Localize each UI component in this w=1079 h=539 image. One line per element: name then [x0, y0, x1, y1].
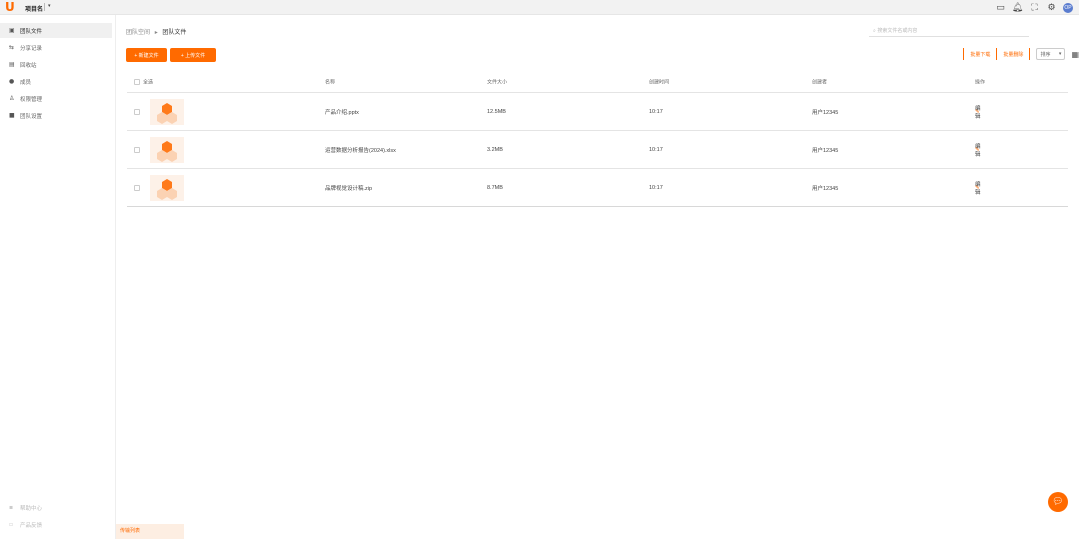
header-actions: 操作: [975, 79, 986, 86]
file-created: 10:17: [649, 184, 663, 191]
trash-icon: ▤: [9, 61, 15, 68]
new-file-button[interactable]: + 新建文件: [126, 48, 167, 62]
share-icon: ⇆: [9, 44, 15, 51]
divider: [1029, 48, 1031, 60]
screen-icon[interactable]: ▭: [995, 2, 1006, 13]
file-creator: 用户12345: [812, 109, 839, 116]
file-creator: 用户12345: [812, 147, 839, 154]
header-name: 名称: [325, 79, 336, 86]
breadcrumb: 团队空间 ▸ 团队文件: [126, 27, 186, 36]
row-checkbox[interactable]: [134, 146, 140, 153]
table-row[interactable]: 品牌视觉设计稿.zip 8.7MB 10:17 用户12345 ✎ 编辑: [127, 169, 1068, 207]
header-select-all: 全选: [143, 79, 154, 86]
app-logo[interactable]: U: [5, 1, 16, 13]
breadcrumb-current: 团队文件: [162, 30, 187, 36]
folder-icon: ▣: [9, 27, 15, 34]
feedback-icon: ▫: [9, 521, 14, 528]
main-content: 团队空间 ▸ 团队文件 ⌕ 搜索文件名或内容 + 新建文件 + 上传文件 批量下…: [117, 15, 1079, 539]
row-checkbox[interactable]: [134, 108, 140, 115]
header-created: 创建时间: [649, 79, 670, 86]
table-row[interactable]: 运营数据分析报告(2024).xlsx 3.2MB 10:17 用户12345 …: [127, 131, 1068, 169]
sidebar-item-permissions[interactable]: ♙ 权限管理: [0, 91, 112, 106]
batch-delete-button[interactable]: 批量删除: [1003, 51, 1023, 58]
transfer-list-tab[interactable]: 传输列表: [116, 524, 184, 539]
bell-icon[interactable]: 🔔︎: [1012, 2, 1023, 13]
sidebar: ▣ 团队文件 ⇆ 分享记录 ▤ 回收站 ● 成员 ♙ 权限管理 ■ 团队设置 ▪…: [0, 15, 116, 539]
file-size: 3.2MB: [487, 146, 503, 153]
gear-icon[interactable]: ⚙: [1046, 2, 1057, 13]
user-icon: ●: [9, 78, 15, 85]
sidebar-item-label: 帮助中心: [20, 505, 43, 512]
fullscreen-icon[interactable]: ⛶: [1029, 2, 1040, 13]
header-creator: 创建者: [812, 79, 828, 86]
sidebar-item-label: 分享记录: [20, 45, 43, 52]
sidebar-item-label: 产品反馈: [20, 522, 43, 529]
grid-view-icon[interactable]: ▦: [1071, 50, 1079, 59]
upload-file-button[interactable]: + 上传文件: [170, 48, 216, 62]
divider: [996, 48, 998, 60]
top-icons: ▭ 🔔︎ ⛶ ⚙ OP: [995, 2, 1073, 13]
search-placeholder: 搜索文件名或内容: [877, 28, 918, 34]
sidebar-item-label: 权限管理: [20, 96, 43, 103]
file-thumbnail[interactable]: [150, 174, 184, 201]
cube-icon: [157, 178, 177, 200]
sidebar-item-members[interactable]: ● 成员: [0, 74, 112, 89]
sidebar-item-share[interactable]: ⇆ 分享记录: [0, 40, 112, 55]
batch-download-button[interactable]: 批量下载: [970, 51, 990, 58]
sidebar-item-recycle[interactable]: ▤ 回收站: [0, 57, 112, 72]
right-actions: 批量下载 批量删除 排序 ▾ ▦: [963, 48, 1079, 60]
breadcrumb-separator-icon: ▸: [154, 30, 158, 36]
table-header: 全选 名称 文件大小 创建时间 创建者 操作: [127, 72, 1068, 93]
sort-select[interactable]: 排序 ▾: [1036, 48, 1066, 60]
sidebar-item-label: 成员: [20, 79, 32, 86]
edit-label: 编辑: [975, 105, 981, 120]
file-name[interactable]: 产品介绍.pptx: [325, 108, 359, 116]
row-checkbox[interactable]: [134, 184, 140, 191]
file-created: 10:17: [649, 146, 663, 153]
group-icon: ♙: [9, 95, 15, 102]
avatar[interactable]: OP: [1063, 2, 1073, 13]
file-size: 12.5MB: [487, 108, 506, 115]
help-icon: ▪: [9, 504, 14, 511]
edit-label: 编辑: [975, 181, 981, 196]
file-name[interactable]: 运营数据分析报告(2024).xlsx: [325, 146, 396, 154]
file-creator: 用户12345: [812, 185, 839, 192]
cube-icon: [157, 102, 177, 124]
edit-label: 编辑: [975, 143, 981, 158]
file-thumbnail[interactable]: [150, 98, 184, 125]
sidebar-item-feedback[interactable]: ▫ 产品反馈: [0, 517, 112, 532]
divider: [963, 48, 965, 60]
file-name[interactable]: 品牌视觉设计稿.zip: [325, 184, 372, 192]
sidebar-item-label: 回收站: [20, 62, 37, 69]
sidebar-item-label: 团队文件: [20, 28, 43, 35]
settings-icon: ■: [9, 112, 15, 119]
sidebar-item-help[interactable]: ▪ 帮助中心: [0, 500, 112, 515]
file-thumbnail[interactable]: [150, 136, 184, 163]
chevron-down-icon[interactable]: ▾: [48, 3, 51, 9]
chevron-down-icon: ▾: [1058, 51, 1062, 57]
chat-icon[interactable]: 💬︎: [1048, 492, 1068, 512]
sidebar-item-settings[interactable]: ■ 团队设置: [0, 108, 112, 123]
divider: [44, 3, 45, 11]
file-created: 10:17: [649, 108, 663, 115]
header-size: 文件大小: [487, 79, 508, 86]
top-bar: U 项目名 ▾ ▭ 🔔︎ ⛶ ⚙ OP: [0, 0, 1079, 15]
workspace-name[interactable]: 项目名: [25, 4, 43, 13]
select-all-checkbox[interactable]: [134, 79, 140, 85]
search-input[interactable]: ⌕ 搜索文件名或内容: [869, 26, 1029, 37]
file-table: 全选 名称 文件大小 创建时间 创建者 操作 产品介绍.pptx 12.5MB …: [127, 72, 1068, 207]
cube-icon: [157, 140, 177, 162]
table-row[interactable]: 产品介绍.pptx 12.5MB 10:17 用户12345 ✎ 编辑: [127, 93, 1068, 131]
sidebar-item-team-files[interactable]: ▣ 团队文件: [0, 23, 112, 38]
sidebar-item-label: 团队设置: [20, 113, 43, 120]
sort-label: 排序: [1040, 51, 1051, 58]
breadcrumb-root[interactable]: 团队空间: [126, 30, 150, 36]
file-size: 8.7MB: [487, 184, 503, 191]
